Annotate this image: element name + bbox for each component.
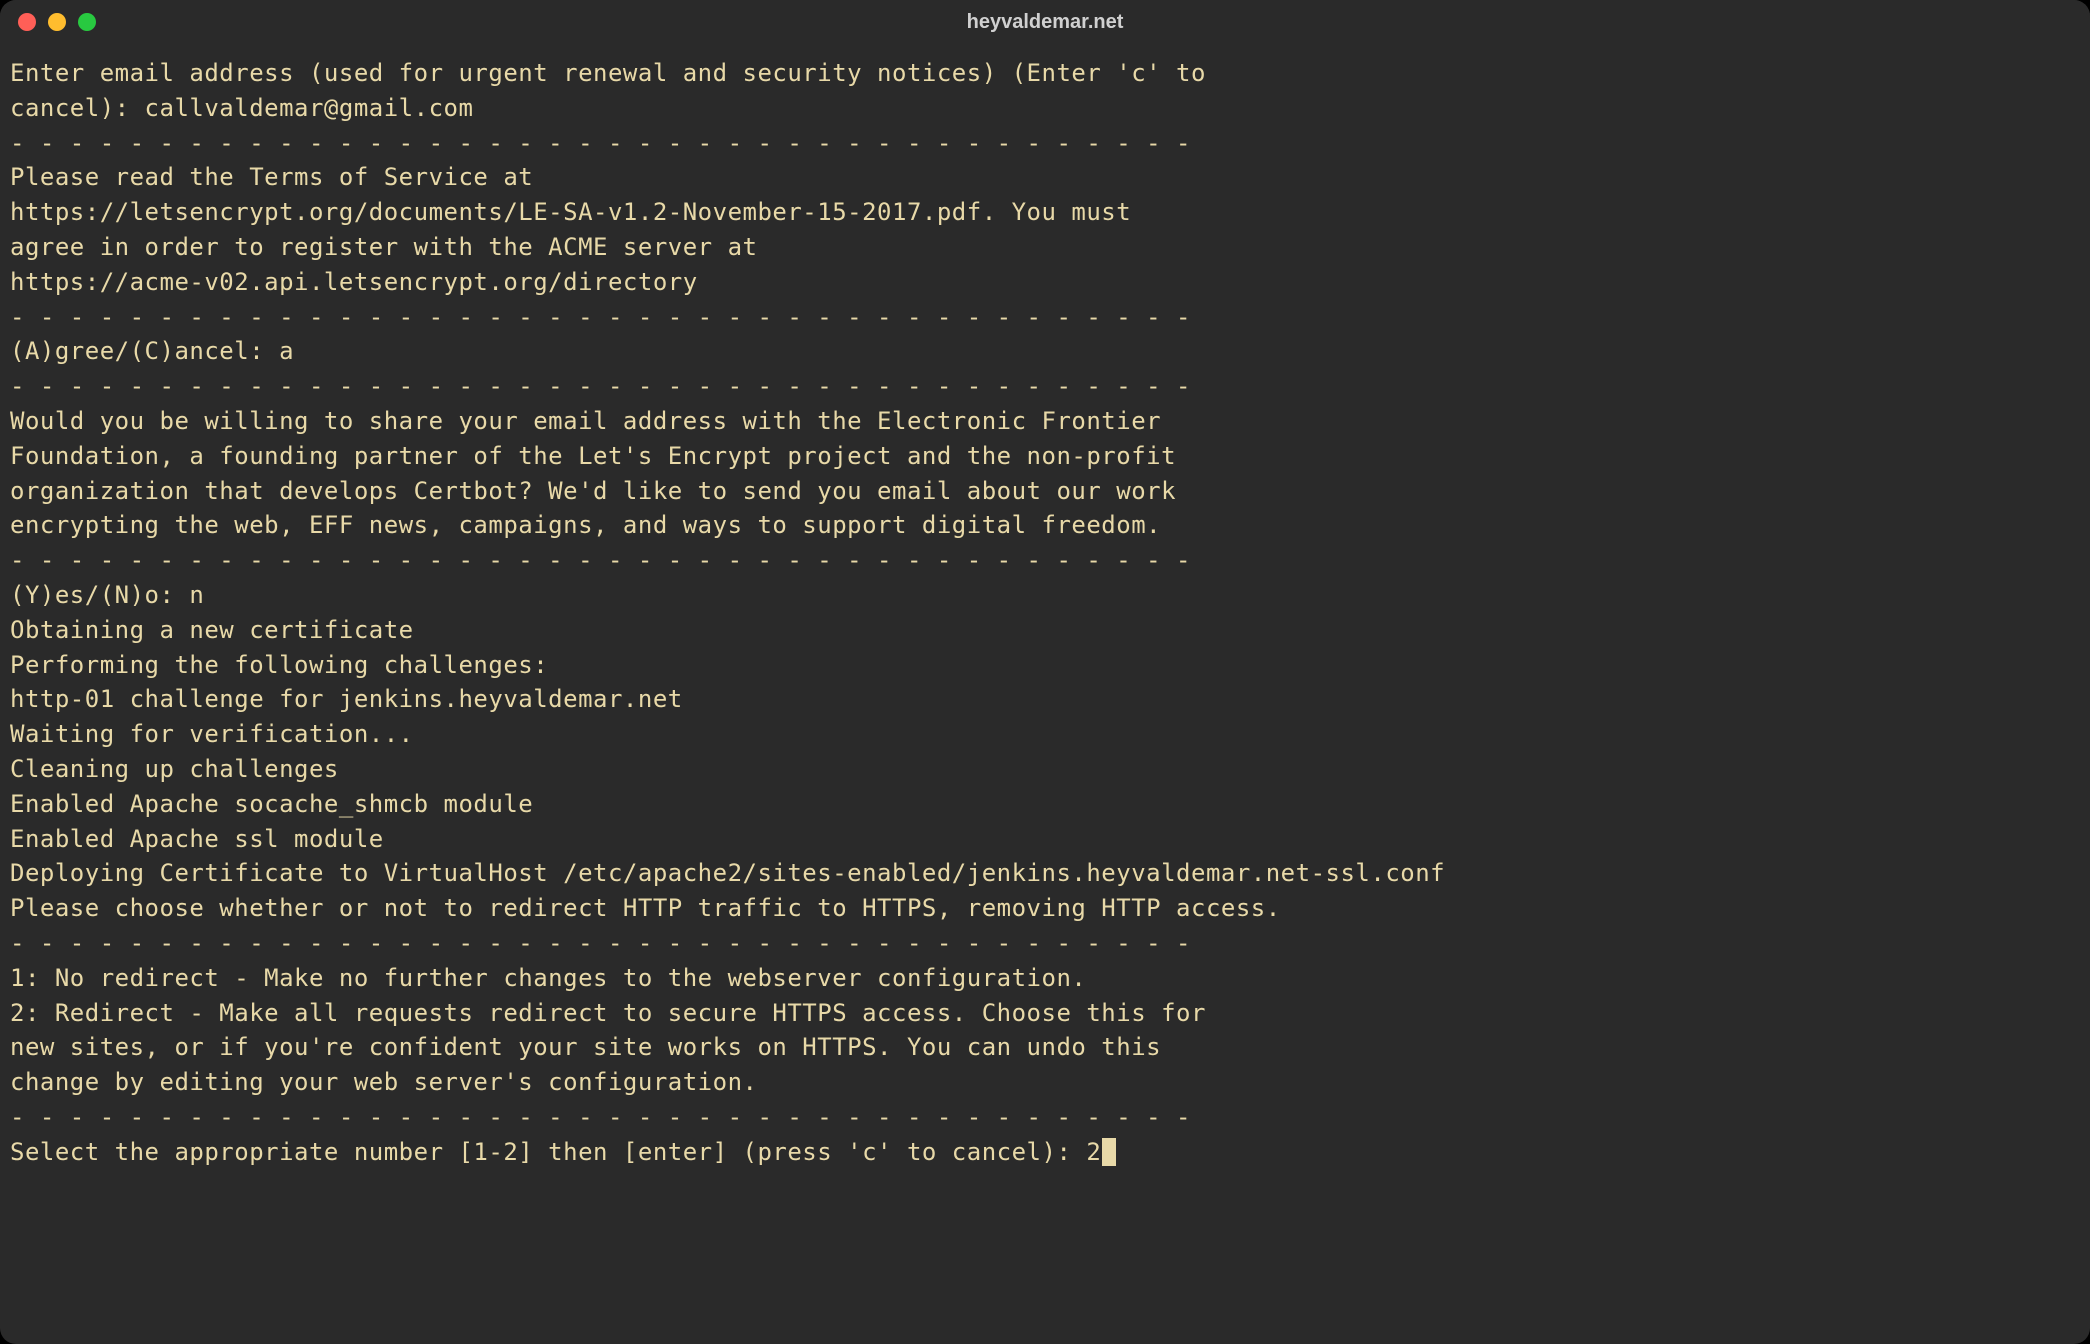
terminal-line: - - - - - - - - - - - - - - - - - - - - … [10, 369, 2080, 404]
prompt-text: Select the appropriate number [1-2] then… [10, 1138, 1086, 1166]
terminal-line: https://acme-v02.api.letsencrypt.org/dir… [10, 265, 2080, 300]
terminal-line: - - - - - - - - - - - - - - - - - - - - … [10, 926, 2080, 961]
close-button[interactable] [18, 13, 36, 31]
terminal-line: cancel): callvaldemar@gmail.com [10, 91, 2080, 126]
terminal-line: Obtaining a new certificate [10, 613, 2080, 648]
terminal-line: organization that develops Certbot? We'd… [10, 474, 2080, 509]
terminal-line: encrypting the web, EFF news, campaigns,… [10, 508, 2080, 543]
terminal-line: - - - - - - - - - - - - - - - - - - - - … [10, 126, 2080, 161]
terminal-line: (Y)es/(N)o: n [10, 578, 2080, 613]
terminal-line: 1: No redirect - Make no further changes… [10, 961, 2080, 996]
terminal-line: - - - - - - - - - - - - - - - - - - - - … [10, 300, 2080, 335]
terminal-line: Please choose whether or not to redirect… [10, 891, 2080, 926]
cursor [1102, 1138, 1116, 1166]
terminal-window: heyvaldemar.net Enter email address (use… [0, 0, 2090, 1344]
terminal-line: (A)gree/(C)ancel: a [10, 334, 2080, 369]
terminal-line: Cleaning up challenges [10, 752, 2080, 787]
terminal-line: Performing the following challenges: [10, 648, 2080, 683]
terminal-line: - - - - - - - - - - - - - - - - - - - - … [10, 543, 2080, 578]
terminal-line: Please read the Terms of Service at [10, 160, 2080, 195]
terminal-line: Foundation, a founding partner of the Le… [10, 439, 2080, 474]
terminal-line: http-01 challenge for jenkins.heyvaldema… [10, 682, 2080, 717]
maximize-button[interactable] [78, 13, 96, 31]
terminal-line: Enabled Apache ssl module [10, 822, 2080, 857]
terminal-line: change by editing your web server's conf… [10, 1065, 2080, 1100]
terminal-input[interactable]: 2 [1086, 1138, 1101, 1166]
prompt-line[interactable]: Select the appropriate number [1-2] then… [10, 1138, 1116, 1166]
terminal-content[interactable]: Enter email address (used for urgent ren… [0, 44, 2090, 1344]
terminal-line: Deploying Certificate to VirtualHost /et… [10, 856, 2080, 891]
terminal-line: - - - - - - - - - - - - - - - - - - - - … [10, 1100, 2080, 1135]
terminal-line: Would you be willing to share your email… [10, 404, 2080, 439]
traffic-lights [18, 13, 96, 31]
terminal-line: agree in order to register with the ACME… [10, 230, 2080, 265]
window-title: heyvaldemar.net [967, 11, 1124, 34]
terminal-line: 2: Redirect - Make all requests redirect… [10, 996, 2080, 1031]
terminal-line: new sites, or if you're confident your s… [10, 1030, 2080, 1065]
terminal-line: Enabled Apache socache_shmcb module [10, 787, 2080, 822]
minimize-button[interactable] [48, 13, 66, 31]
terminal-line: Enter email address (used for urgent ren… [10, 56, 2080, 91]
title-bar: heyvaldemar.net [0, 0, 2090, 44]
terminal-line: Waiting for verification... [10, 717, 2080, 752]
terminal-line: https://letsencrypt.org/documents/LE-SA-… [10, 195, 2080, 230]
